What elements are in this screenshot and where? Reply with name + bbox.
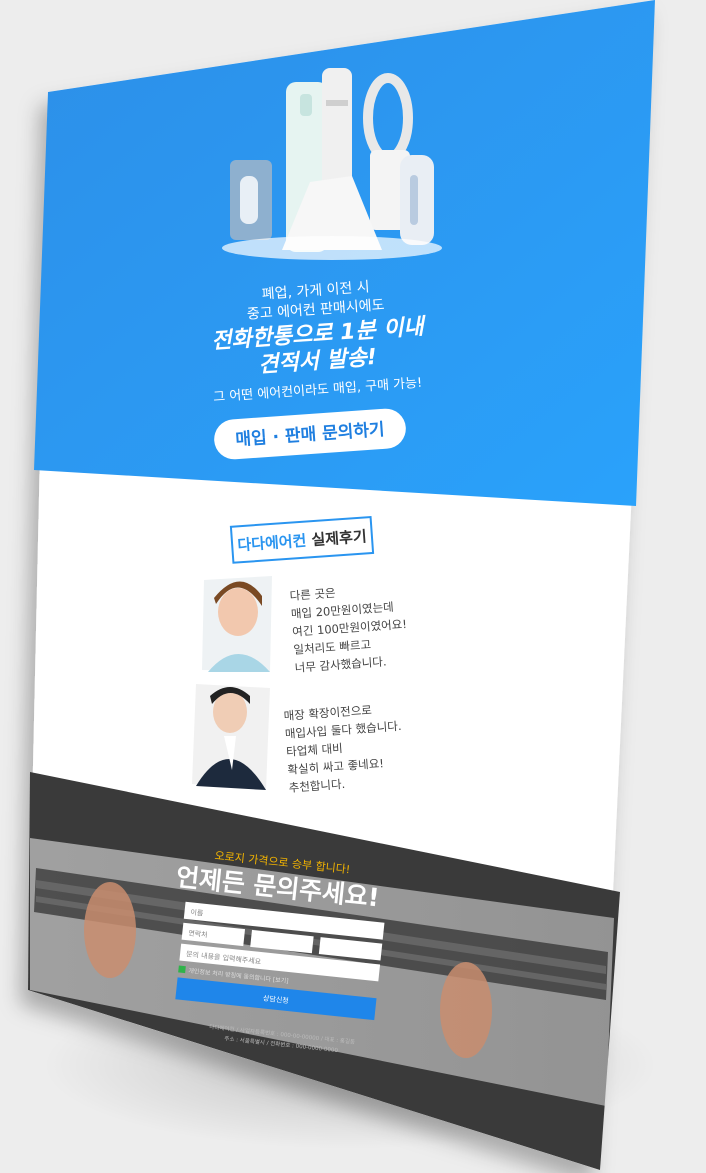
consent-checkbox[interactable] (178, 965, 186, 974)
reviewer-photo-man (192, 684, 270, 790)
mockup-scene: 폐업, 가게 이전 시 중고 에어컨 판매시에도 전화한통으로 1분 이내 견적… (0, 0, 706, 1173)
name-input-placeholder: 이름 (190, 907, 204, 917)
reviewer-photo-woman (202, 576, 272, 672)
tilted-page-mockup: 폐업, 가게 이전 시 중고 에어컨 판매시에도 전화한통으로 1분 이내 견적… (28, 0, 655, 1170)
hero-section: 폐업, 가게 이전 시 중고 에어컨 판매시에도 전화한통으로 1분 이내 견적… (34, 0, 655, 506)
